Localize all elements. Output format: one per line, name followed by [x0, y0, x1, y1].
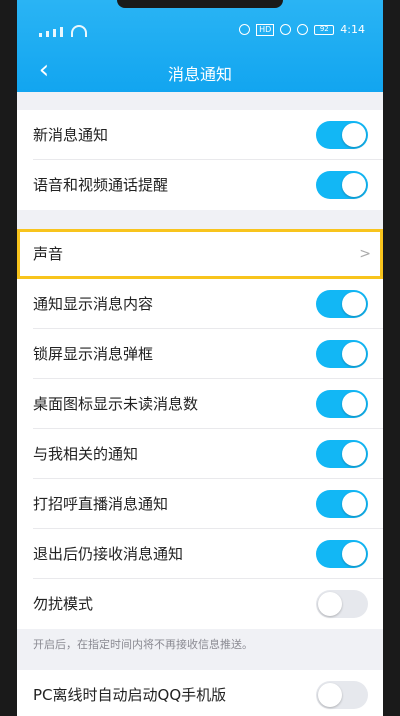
setting-label: 退出后仍接收消息通知 — [33, 545, 184, 563]
toggle-knob — [342, 392, 366, 416]
battery-icon: 92 — [314, 24, 335, 35]
toggle-knob — [342, 173, 366, 197]
setting-row-dnd-mode[interactable]: 勿扰模式 — [17, 579, 383, 629]
display-section: 通知显示消息内容 锁屏显示消息弹框 桌面图标显示未读消息数 与我相关的通知 打招… — [17, 279, 383, 629]
setting-label: 新消息通知 — [33, 126, 109, 144]
header-bar: HD 92 4:14 ‹ 消息通知 — [17, 0, 383, 92]
dnd-hint-text: 开启后，在指定时间内将不再接收信息推送。 — [33, 638, 253, 651]
sound-section: 声音 > — [17, 229, 383, 279]
signal-bar-icon — [46, 31, 49, 37]
setting-row-live-greeting[interactable]: 打招呼直播消息通知 — [17, 479, 383, 529]
setting-row-sound[interactable]: 声音 > — [17, 229, 383, 279]
toggle-knob — [318, 683, 342, 707]
signal-bar-icon — [53, 29, 56, 37]
setting-label: 通知显示消息内容 — [33, 295, 154, 313]
toggle-switch[interactable] — [316, 121, 368, 149]
wifi-icon — [71, 25, 87, 37]
signal-bar-icon — [60, 27, 63, 37]
setting-row-related-notice[interactable]: 与我相关的通知 — [17, 429, 383, 479]
toggle-knob — [318, 592, 342, 616]
toggle-knob — [342, 542, 366, 566]
headset-icon — [239, 24, 251, 35]
hd-badge: HD — [256, 23, 275, 36]
toggle-switch[interactable] — [316, 171, 368, 199]
camera-notch — [117, 0, 283, 8]
toggle-knob — [342, 492, 366, 516]
setting-label: 与我相关的通知 — [33, 445, 139, 463]
setting-label: 锁屏显示消息弹框 — [33, 345, 154, 363]
setting-row-lockscreen-popup[interactable]: 锁屏显示消息弹框 — [17, 329, 383, 379]
chevron-right-icon: > — [359, 246, 371, 262]
setting-row-new-message[interactable]: 新消息通知 — [17, 110, 383, 160]
toggle-switch[interactable] — [316, 490, 368, 518]
status-right: HD 92 4:14 — [239, 23, 365, 36]
setting-label: PC离线时自动启动QQ手机版 — [33, 686, 227, 704]
toggle-switch[interactable] — [316, 681, 368, 709]
setting-row-unread-badge[interactable]: 桌面图标显示未读消息数 — [17, 379, 383, 429]
toggle-knob — [342, 292, 366, 316]
signal-bar-icon — [39, 33, 42, 37]
vibrate-icon — [280, 24, 292, 35]
notification-section: 新消息通知 语音和视频通话提醒 — [17, 110, 383, 210]
setting-label: 勿扰模式 — [33, 595, 94, 613]
toggle-switch[interactable] — [316, 390, 368, 418]
alarm-icon — [297, 24, 309, 35]
toggle-switch[interactable] — [316, 290, 368, 318]
setting-row-show-content[interactable]: 通知显示消息内容 — [17, 279, 383, 329]
setting-row-pc-offline-autostart[interactable]: PC离线时自动启动QQ手机版 — [17, 670, 383, 716]
toggle-switch[interactable] — [316, 590, 368, 618]
status-bar: HD 92 4:14 — [17, 20, 383, 44]
toggle-knob — [342, 442, 366, 466]
clock-time: 4:14 — [340, 23, 365, 36]
signal-indicators — [39, 25, 87, 37]
setting-row-receive-after-exit[interactable]: 退出后仍接收消息通知 — [17, 529, 383, 579]
toggle-switch[interactable] — [316, 540, 368, 568]
setting-label: 打招呼直播消息通知 — [33, 495, 169, 513]
pc-section: PC离线时自动启动QQ手机版 — [17, 670, 383, 716]
settings-screen: HD 92 4:14 ‹ 消息通知 新消息通知 语音和视频通话提醒 声音 > 通… — [17, 0, 383, 716]
toggle-switch[interactable] — [316, 340, 368, 368]
setting-row-call-reminder[interactable]: 语音和视频通话提醒 — [17, 160, 383, 210]
toggle-knob — [342, 342, 366, 366]
setting-label: 语音和视频通话提醒 — [33, 176, 169, 194]
setting-label: 声音 — [33, 245, 64, 263]
page-title: 消息通知 — [167, 65, 232, 84]
toggle-knob — [342, 123, 366, 147]
setting-label: 桌面图标显示未读消息数 — [33, 395, 199, 413]
toggle-switch[interactable] — [316, 440, 368, 468]
